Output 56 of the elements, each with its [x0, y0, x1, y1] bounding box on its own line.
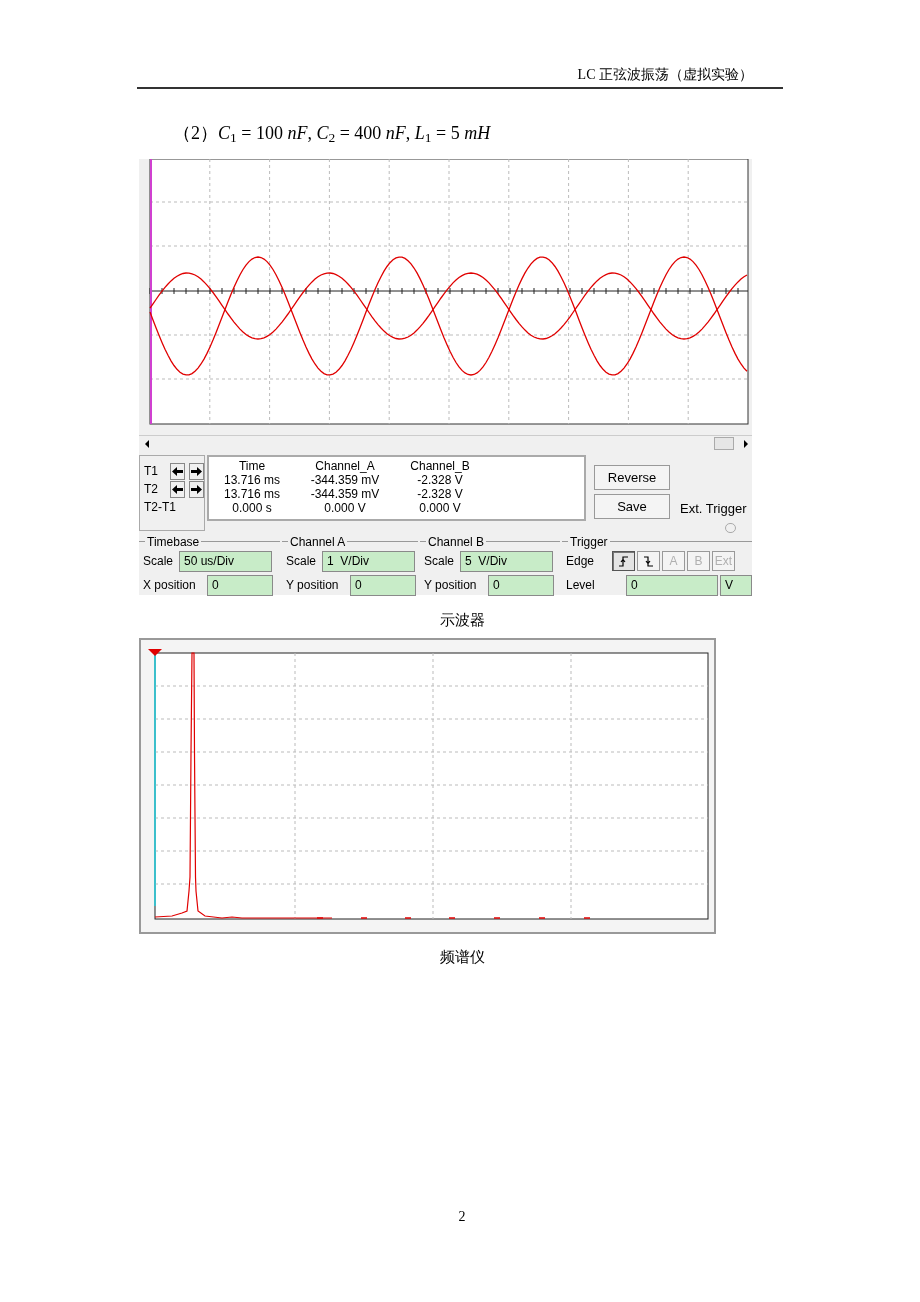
- value-field[interactable]: 0: [488, 574, 554, 596]
- field-label: X position: [143, 577, 197, 594]
- field-label: Scale: [286, 553, 318, 570]
- edge-button[interactable]: [637, 551, 660, 571]
- readout-header: Channel_B: [409, 459, 471, 473]
- readout-value: -2.328 V: [416, 487, 464, 501]
- readout-value: 13.716 ms: [222, 487, 281, 501]
- readout-value: -344.359 mV: [309, 473, 381, 487]
- left-arrow-button[interactable]: [170, 462, 185, 480]
- right-arrow-button[interactable]: [189, 480, 204, 498]
- readout-value: 13.716 ms: [222, 473, 281, 487]
- action-button[interactable]: Reverse: [594, 465, 670, 490]
- field-label: Y position: [286, 577, 340, 594]
- cursor-label: T1: [144, 463, 159, 480]
- value-field[interactable]: 0: [626, 574, 718, 596]
- scroll-thumb[interactable]: [714, 437, 734, 450]
- ext-trigger-label: Ext. Trigger: [680, 500, 747, 518]
- readout-value: 0.000 V: [418, 501, 462, 515]
- page-header: LC 正弦波振荡（虚拟实验）: [577, 66, 753, 84]
- ext-trigger-radio[interactable]: [725, 522, 737, 533]
- field-label: Edge: [566, 553, 596, 570]
- readout-header: Channel_A: [314, 459, 376, 473]
- readout-value: 0.000 s: [231, 501, 273, 515]
- right-arrow-button[interactable]: [189, 462, 204, 480]
- scroll-left-icon: [143, 439, 151, 448]
- figure-caption: 示波器: [439, 611, 485, 630]
- readout-value: -2.328 V: [416, 473, 464, 487]
- scroll-right-icon: [742, 439, 750, 448]
- field-label: Y position: [424, 577, 478, 594]
- falling-edge-icon: [643, 555, 654, 567]
- value-field[interactable]: 5 V/Div: [460, 550, 553, 572]
- readout-header: Time: [237, 459, 267, 473]
- figure-caption: 频谱仪: [439, 947, 485, 967]
- scrollbar[interactable]: [139, 435, 752, 451]
- edge-button[interactable]: [612, 551, 635, 571]
- field-label: Scale: [424, 553, 456, 570]
- rising-edge-icon: [618, 555, 629, 567]
- cursor-label: T2: [144, 481, 159, 498]
- field-label: Level: [566, 577, 596, 594]
- unit-field[interactable]: V: [720, 574, 752, 596]
- value-field[interactable]: 50 us/Div: [179, 550, 272, 572]
- readout-value: -344.359 mV: [309, 487, 381, 501]
- cursor-label: T2-T1: [144, 499, 176, 516]
- readout-value: 0.000 V: [323, 501, 367, 515]
- value-field[interactable]: 0: [207, 574, 273, 596]
- value-field[interactable]: 0: [350, 574, 416, 596]
- left-arrow-icon: [172, 484, 183, 494]
- formula: （2）C$_{1}$ = 100 nF, C$_{2}$ = 400 nF, L$_{1}$ = 5 mH: [173, 121, 491, 147]
- action-button[interactable]: Save: [594, 494, 670, 519]
- right-arrow-icon: [191, 466, 202, 476]
- field-label: Scale: [143, 553, 175, 570]
- left-arrow-icon: [172, 466, 183, 476]
- page-number: 2: [458, 1208, 466, 1226]
- left-arrow-button[interactable]: [170, 480, 185, 498]
- value-field[interactable]: 1 V/Div: [322, 550, 415, 572]
- right-arrow-icon: [191, 484, 202, 494]
